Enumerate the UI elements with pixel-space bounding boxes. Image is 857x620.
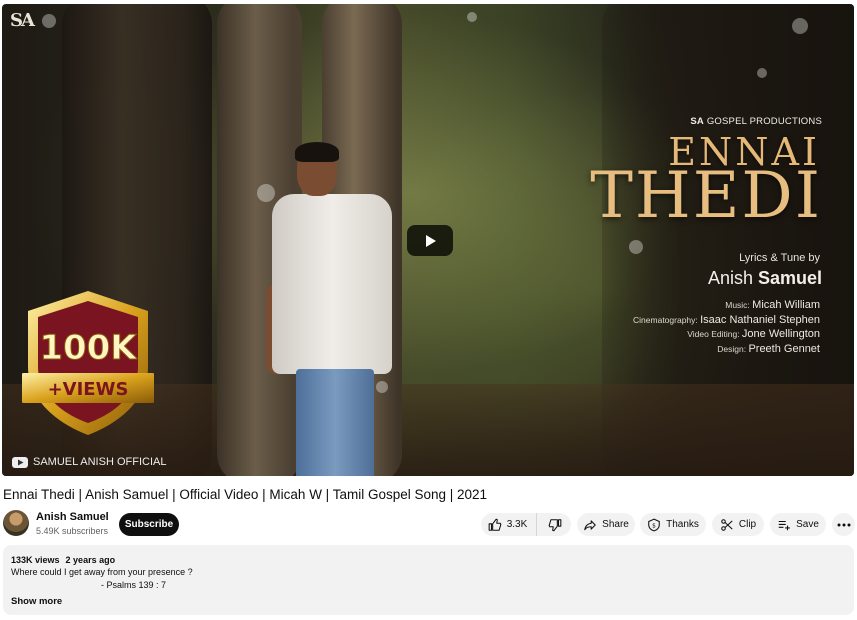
more-horizontal-icon bbox=[837, 523, 850, 526]
youtube-icon bbox=[12, 456, 28, 468]
subscriber-count: 5.49K subscribers bbox=[36, 526, 109, 536]
bokeh bbox=[757, 68, 767, 78]
channel-watermark: SAMUEL ANISH OFFICIAL bbox=[12, 456, 166, 468]
play-icon bbox=[426, 234, 436, 247]
play-button[interactable] bbox=[407, 225, 453, 256]
bokeh bbox=[792, 18, 808, 34]
views-badge: 100K +VIEWS bbox=[22, 287, 154, 439]
video-player[interactable]: SA SA GOSPEL PRODUCTIONS ENNAI THEDI Lyr… bbox=[2, 4, 854, 476]
sa-logo: SA bbox=[10, 10, 35, 31]
badge-text: +VIEWS bbox=[48, 379, 129, 400]
description-verse: - Psalms 139 : 7 bbox=[101, 580, 167, 590]
thumbs-up-icon bbox=[488, 518, 502, 531]
credits-block: Music: Micah William Cinematography: Isa… bbox=[633, 298, 820, 356]
credit-line: Music: Micah William bbox=[725, 299, 820, 311]
studio-credit: SA GOSPEL PRODUCTIONS bbox=[690, 116, 822, 127]
video-title-line2: THEDI bbox=[590, 159, 822, 233]
playlist-add-icon bbox=[778, 520, 790, 530]
save-button[interactable]: Save bbox=[770, 513, 826, 536]
lyrics-label: Lyrics & Tune by bbox=[739, 252, 820, 264]
thanks-icon: $ bbox=[648, 518, 660, 531]
share-icon bbox=[584, 519, 596, 530]
thanks-button[interactable]: $ Thanks bbox=[640, 513, 706, 536]
like-button[interactable]: 3.3K bbox=[481, 513, 534, 536]
clip-button[interactable]: Clip bbox=[712, 513, 764, 536]
credit-line: Design: Preeth Gennet bbox=[717, 342, 820, 355]
bokeh bbox=[467, 12, 477, 22]
subscribe-button[interactable]: Subscribe bbox=[119, 513, 179, 536]
bokeh bbox=[629, 240, 643, 254]
scissors-icon bbox=[721, 518, 733, 531]
thumbs-down-icon bbox=[548, 518, 561, 531]
view-meta: 133K views 2 years ago bbox=[11, 555, 116, 565]
show-more-button[interactable]: Show more bbox=[11, 596, 62, 607]
bokeh bbox=[42, 14, 56, 28]
composer-name: Anish Samuel bbox=[707, 268, 822, 288]
video-title: Ennai Thedi | Anish Samuel | Official Vi… bbox=[3, 487, 488, 502]
share-button[interactable]: Share bbox=[577, 513, 635, 536]
description-text: Where could I get away from your presenc… bbox=[11, 567, 193, 577]
dislike-button[interactable] bbox=[536, 513, 572, 536]
channel-name[interactable]: Anish Samuel bbox=[36, 511, 109, 523]
svg-text:$: $ bbox=[652, 523, 656, 529]
badge-number: 100K bbox=[39, 328, 138, 368]
credit-line: Cinematography: Isaac Nathaniel Stephen bbox=[633, 313, 820, 326]
channel-avatar[interactable] bbox=[3, 510, 29, 536]
singer-figure bbox=[264, 142, 399, 476]
more-actions-button[interactable] bbox=[832, 513, 855, 536]
description-box[interactable]: 133K views 2 years ago Where could I get … bbox=[3, 545, 854, 615]
credit-line: Video Editing: Jone Wellington bbox=[687, 328, 820, 340]
